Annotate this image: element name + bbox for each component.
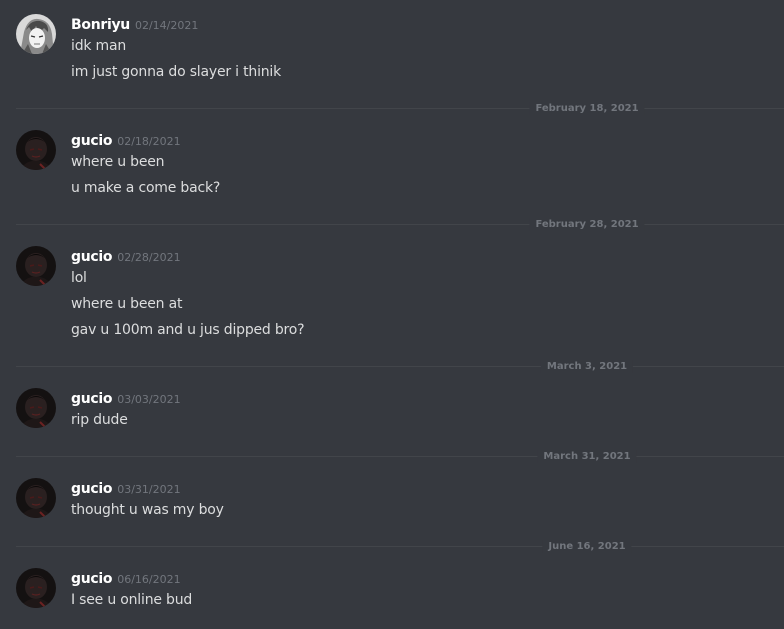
username[interactable]: gucio [71,481,113,497]
dark-portrait-avatar-icon [16,388,56,428]
message-group: Bonriyu 02/14/2021 idk man im just gonna … [0,14,784,86]
date-divider: March 31, 2021 [16,450,784,463]
avatar[interactable] [16,388,56,428]
message-group: gucio 06/16/2021 I see u online bud [0,568,784,614]
dark-portrait-avatar-icon [16,478,56,518]
avatar[interactable] [16,14,56,54]
message-header: gucio 06/16/2021 [71,569,181,589]
avatar[interactable] [16,130,56,170]
username[interactable]: gucio [71,249,113,265]
timestamp: 02/18/2021 [117,135,181,148]
message-group: gucio 03/31/2021 thought u was my boy [0,478,784,524]
date-divider: March 3, 2021 [16,360,784,373]
message-text: lol [71,270,87,286]
message-header: gucio 03/31/2021 [71,479,181,499]
timestamp: 02/14/2021 [134,19,199,32]
timestamp: 02/28/2021 [117,251,181,264]
username[interactable]: gucio [71,133,113,149]
username[interactable]: Bonriyu [71,17,130,33]
date-divider: February 18, 2021 [16,102,784,115]
chat-message-list: Bonriyu 02/14/2021 idk man im just gonna … [0,0,784,629]
timestamp: 06/16/2021 [117,573,181,586]
timestamp: 03/31/2021 [117,483,181,496]
anime-character-avatar-icon [16,14,56,54]
username[interactable]: gucio [71,571,113,587]
message-header: Bonriyu 02/14/2021 [71,15,198,35]
message-text: I see u online bud [71,592,193,608]
date-divider: June 16, 2021 [16,540,784,553]
message-header: gucio 02/28/2021 [71,247,181,267]
divider-date-label: June 16, 2021 [542,540,632,553]
message-group: gucio 02/28/2021 lol where u been at gav … [0,246,784,344]
divider-date-label: February 18, 2021 [529,102,645,115]
dark-portrait-avatar-icon [16,130,56,170]
dark-portrait-avatar-icon [16,568,56,608]
divider-date-label: March 3, 2021 [540,360,634,373]
username[interactable]: gucio [71,391,113,407]
avatar[interactable] [16,568,56,608]
message-text: where u been [71,154,165,170]
divider-line [16,366,784,367]
divider-line [16,546,784,547]
message-text: gav u 100m and u jus dipped bro? [71,322,305,338]
avatar[interactable] [16,246,56,286]
message-text: thought u was my boy [71,502,224,518]
message-group: gucio 02/18/2021 where u been u make a co… [0,130,784,202]
message-text: im just gonna do slayer i thinik [71,64,282,80]
divider-date-label: February 28, 2021 [529,218,645,231]
divider-line [16,224,784,225]
dark-portrait-avatar-icon [16,246,56,286]
date-divider: February 28, 2021 [16,218,784,231]
divider-line [16,456,784,457]
message-group: gucio 03/03/2021 rip dude [0,388,784,434]
message-text: idk man [71,38,127,54]
divider-line [16,108,784,109]
message-header: gucio 02/18/2021 [71,131,181,151]
divider-date-label: March 31, 2021 [537,450,637,463]
message-text: where u been at [71,296,183,312]
message-text: u make a come back? [71,180,221,196]
timestamp: 03/03/2021 [117,393,181,406]
avatar[interactable] [16,478,56,518]
message-header: gucio 03/03/2021 [71,389,181,409]
message-text: rip dude [71,412,128,428]
